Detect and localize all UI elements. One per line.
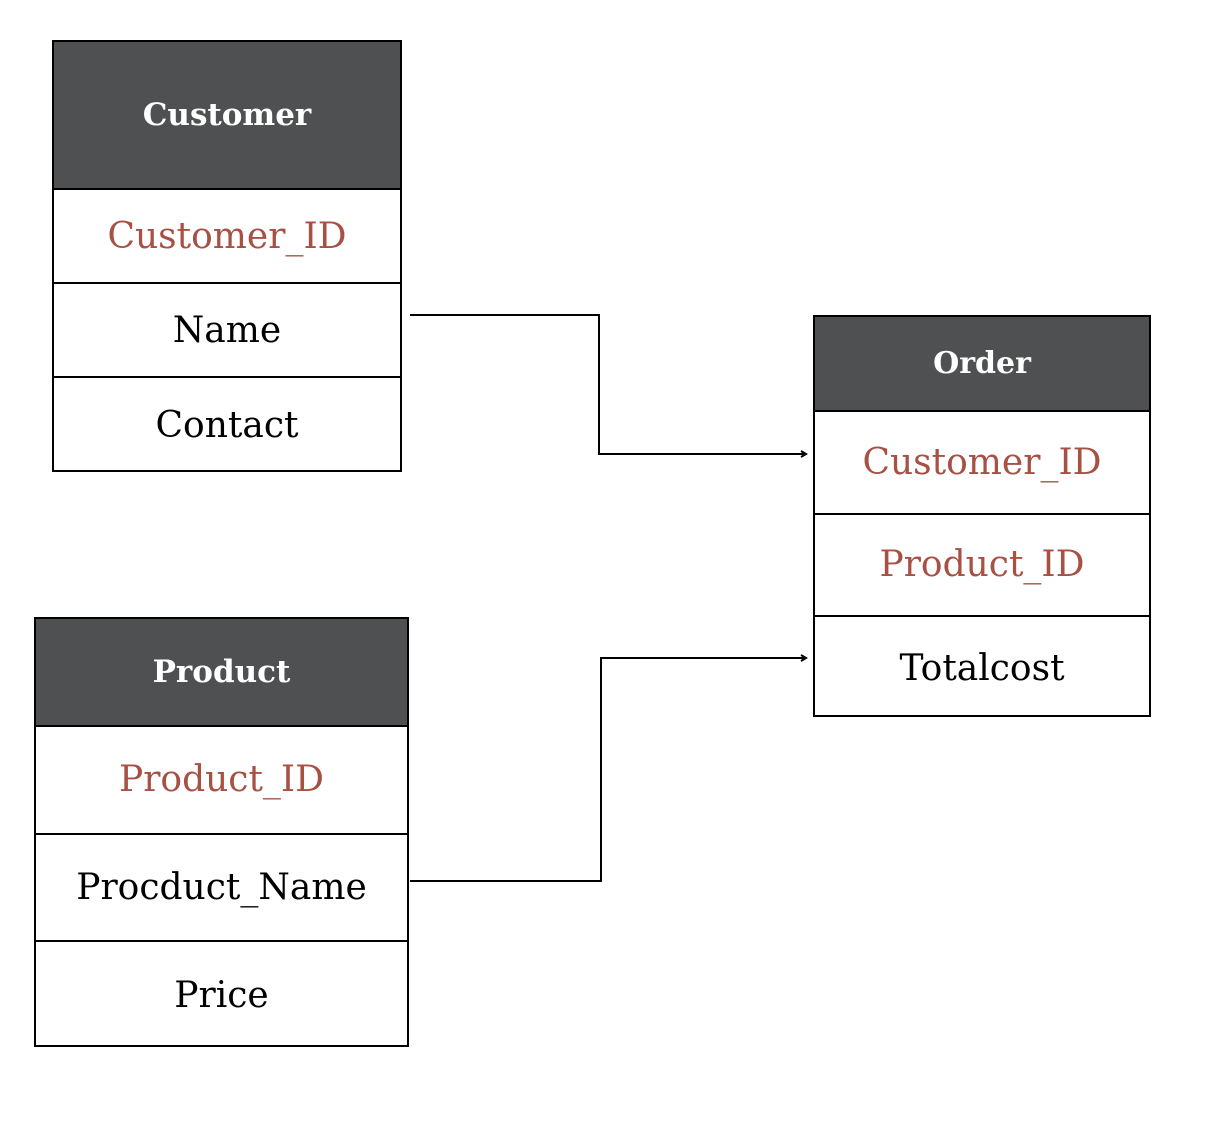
connector-customer-to-order[interactable]	[410, 314, 808, 458]
relationship-connectors	[410, 314, 808, 882]
connector-product-to-order[interactable]	[410, 654, 808, 882]
